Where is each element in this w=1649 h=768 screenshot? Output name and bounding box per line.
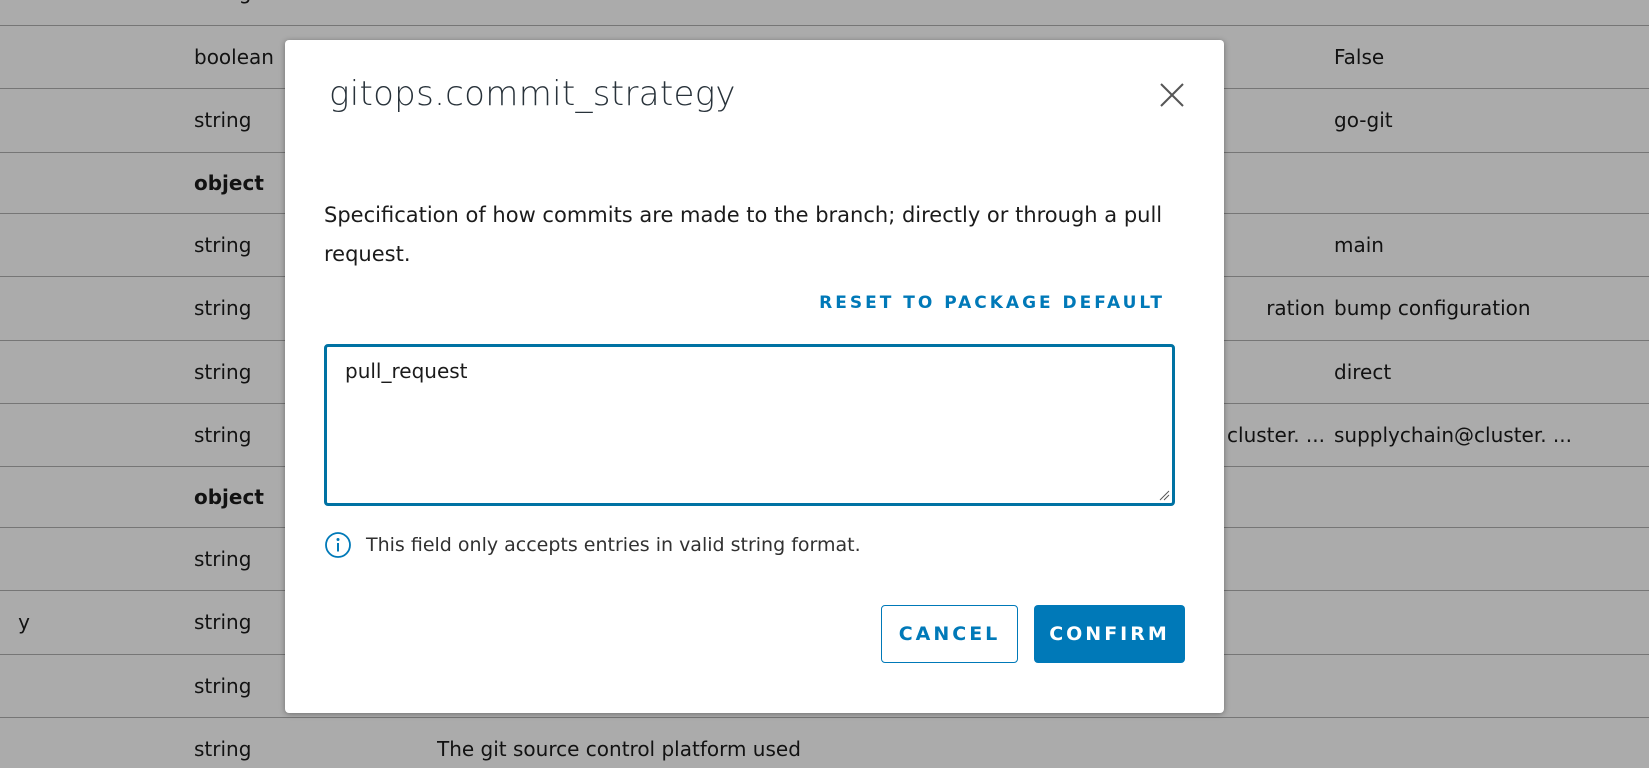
dialog-title: gitops.commit_strategy xyxy=(329,74,736,114)
edit-value-dialog: gitops.commit_strategy Specification of … xyxy=(285,40,1224,713)
cancel-button[interactable]: CANCEL xyxy=(881,605,1018,663)
reset-to-default-button[interactable]: RESET TO PACKAGE DEFAULT xyxy=(819,293,1165,313)
close-icon xyxy=(1160,83,1184,107)
info-icon xyxy=(325,532,351,558)
helper-text: This field only accepts entries in valid… xyxy=(366,534,861,556)
dialog-description: Specification of how commits are made to… xyxy=(324,203,1163,266)
helper-message: This field only accepts entries in valid… xyxy=(324,530,861,560)
value-textarea[interactable] xyxy=(327,347,1172,503)
value-textarea-container xyxy=(324,344,1175,506)
close-button[interactable] xyxy=(1157,80,1187,110)
confirm-button[interactable]: CONFIRM xyxy=(1034,605,1185,663)
resize-handle-icon[interactable] xyxy=(1158,489,1170,501)
